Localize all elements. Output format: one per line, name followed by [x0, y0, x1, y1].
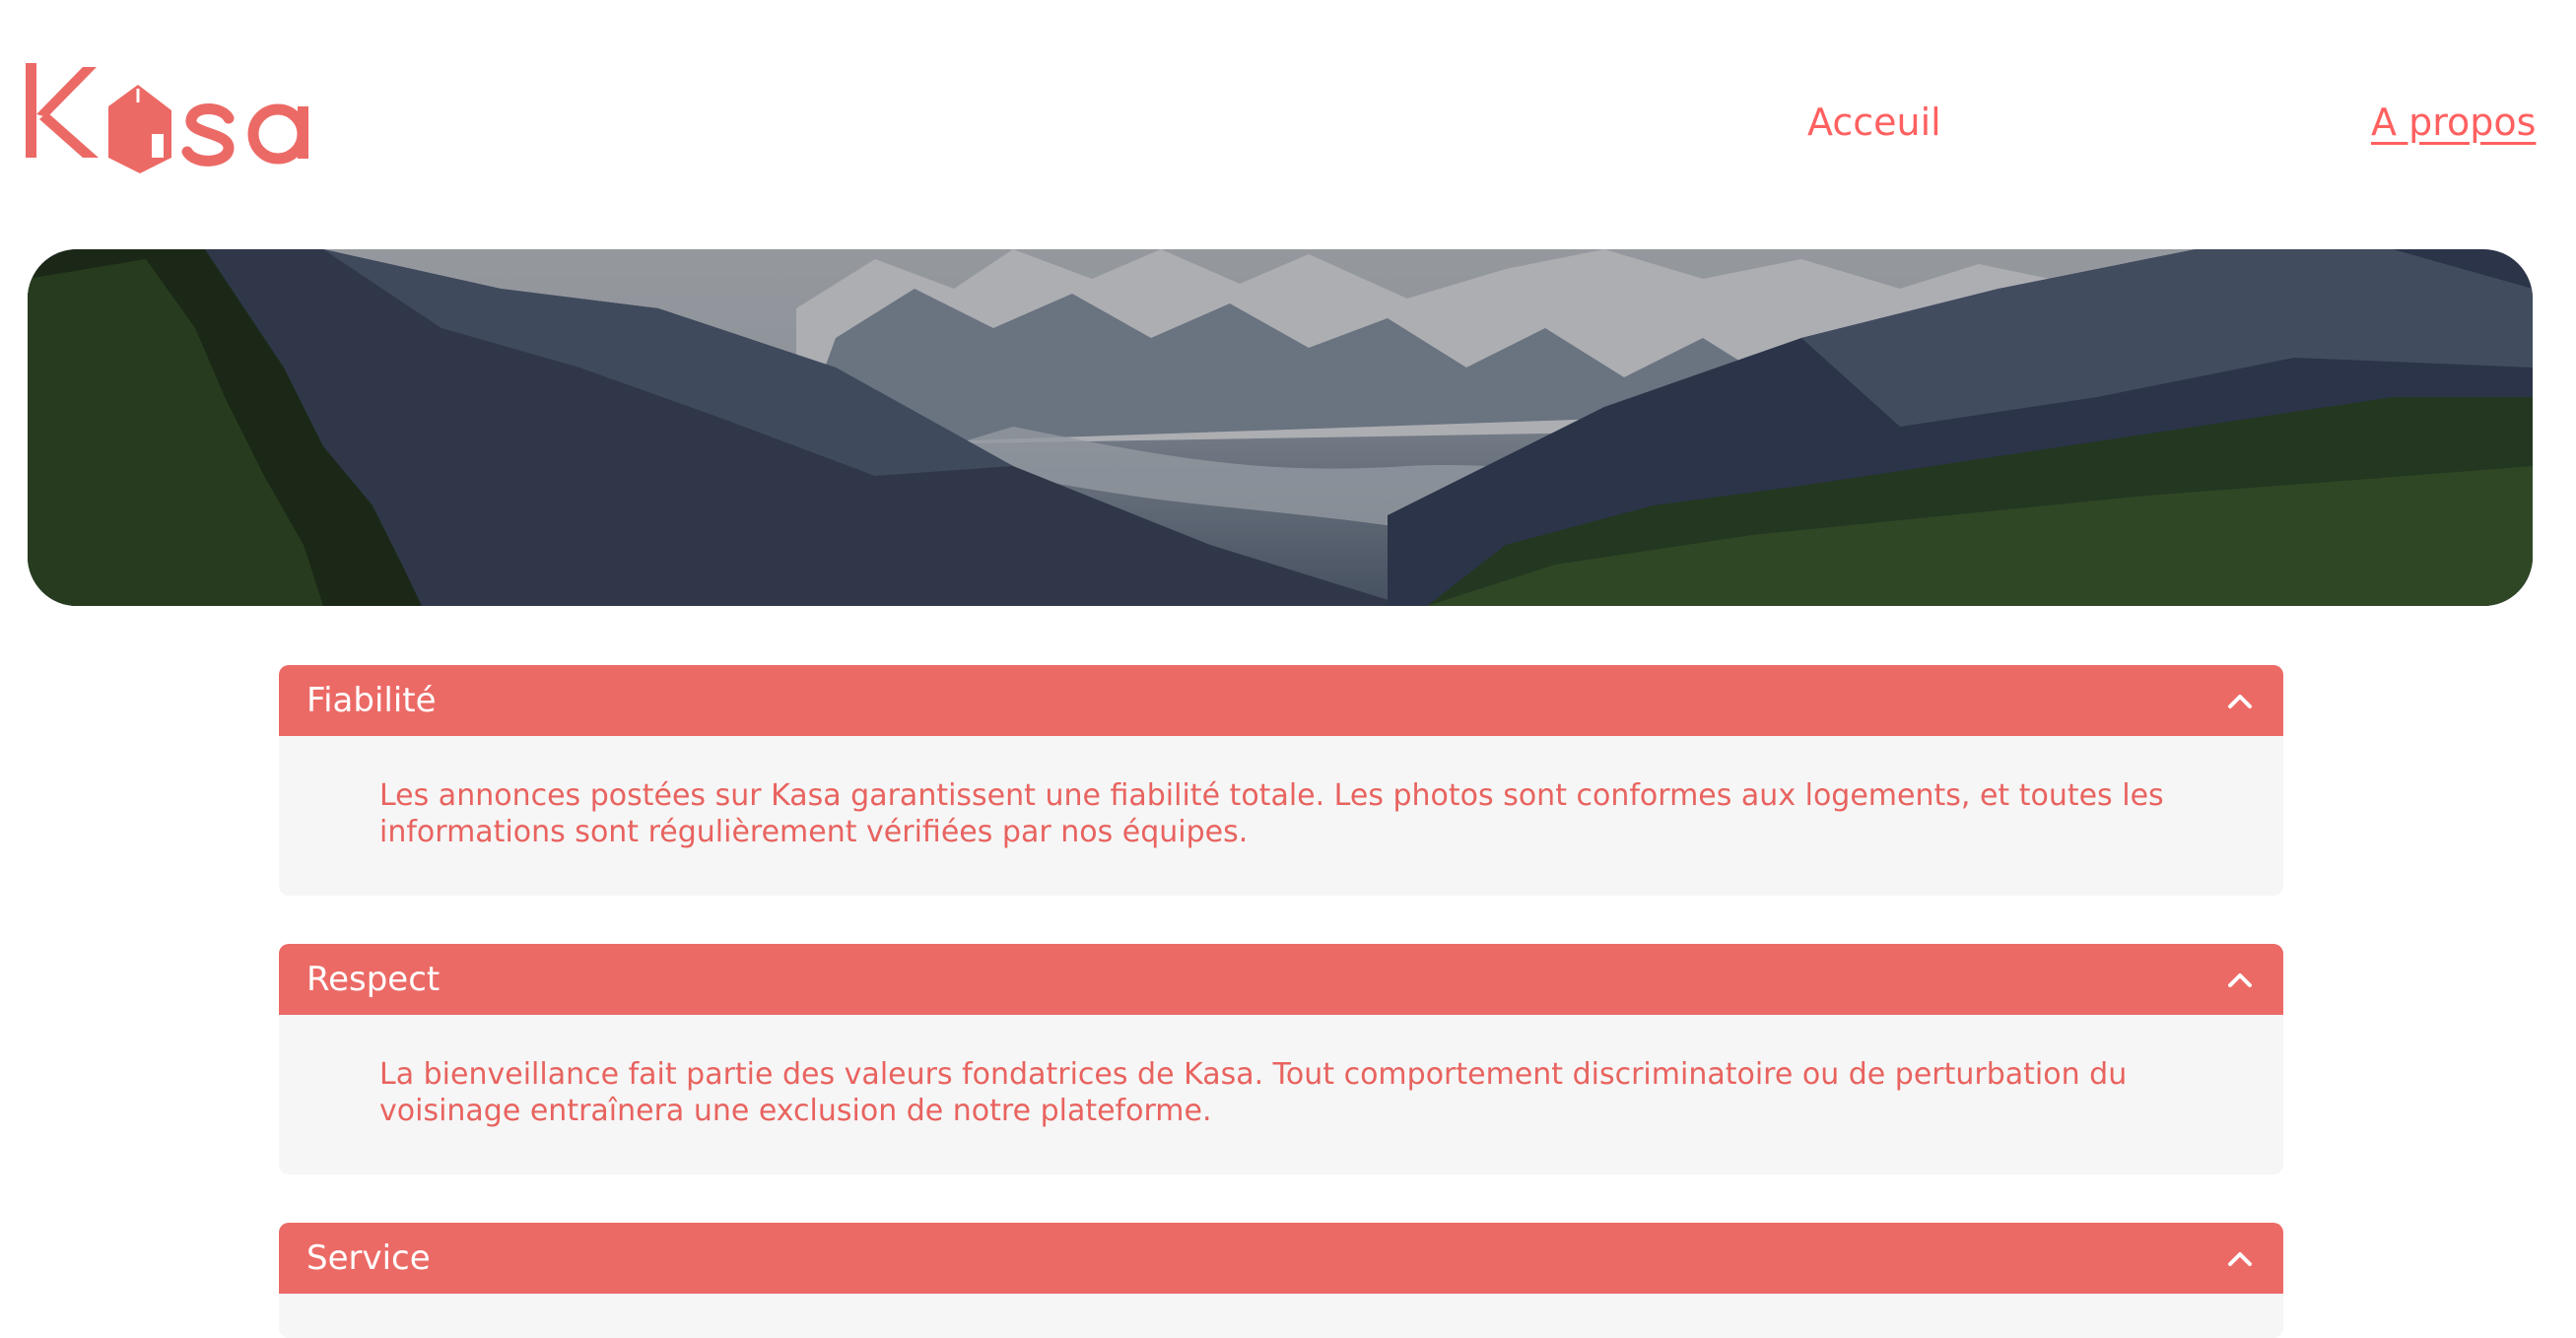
collapse-content: La bienveillance fait partie des valeurs… — [279, 1015, 2283, 1174]
nav-link-acceuil[interactable]: Acceuil — [1807, 100, 1941, 144]
hero-banner — [28, 249, 2533, 606]
collapse-header-respect[interactable]: Respect — [279, 944, 2283, 1015]
nav-link-a-propos[interactable]: A propos — [2371, 100, 2536, 144]
chevron-up-icon[interactable] — [2222, 1240, 2258, 1276]
collapse-title: Respect — [306, 960, 441, 999]
collapse-header-fiabilite[interactable]: Fiabilité — [279, 665, 2283, 736]
collapse-title: Service — [306, 1238, 431, 1278]
collapse-header-service[interactable]: Service — [279, 1223, 2283, 1294]
kasa-logo[interactable] — [26, 63, 331, 173]
collapse-fiabilite: Fiabilité Les annonces postées sur Kasa … — [279, 665, 2283, 896]
collapse-text: Les annonces postées sur Kasa garantisse… — [379, 778, 2164, 849]
collapse-title: Fiabilité — [306, 681, 437, 720]
chevron-up-icon[interactable] — [2222, 962, 2258, 997]
collapse-respect: Respect La bienveillance fait partie des… — [279, 944, 2283, 1174]
banner-image — [28, 249, 2533, 606]
collapse-service: Service — [279, 1223, 2283, 1338]
chevron-up-icon[interactable] — [2222, 683, 2258, 718]
collapse-content — [279, 1294, 2283, 1338]
site-header: Acceuil A propos — [0, 0, 2576, 227]
collapse-text: La bienveillance fait partie des valeurs… — [379, 1057, 2128, 1128]
collapse-content: Les annonces postées sur Kasa garantisse… — [279, 736, 2283, 896]
